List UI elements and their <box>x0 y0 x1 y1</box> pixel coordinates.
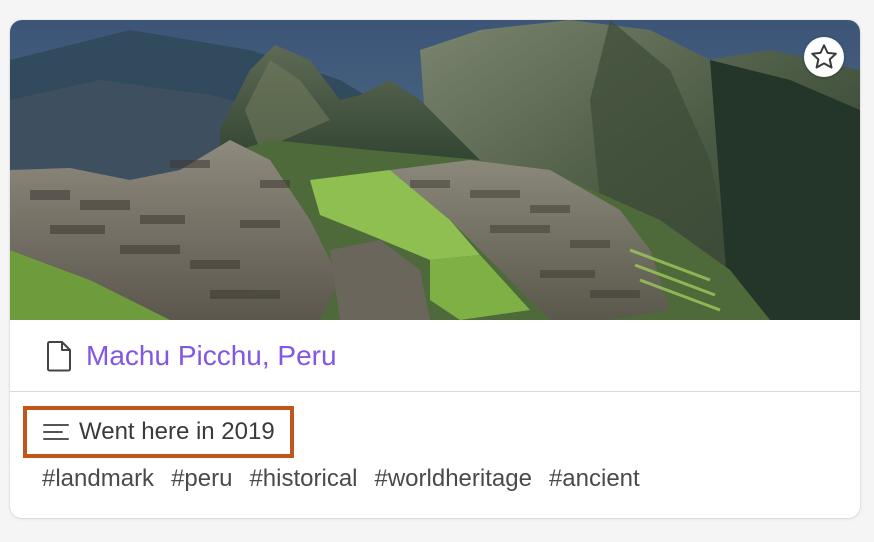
description-text: Went here in 2019 <box>79 418 275 445</box>
gallery-card[interactable]: Machu Picchu, Peru Went here in 2019 #la… <box>10 20 860 518</box>
text-lines-icon <box>43 421 69 443</box>
tag-ancient[interactable]: #ancient <box>549 465 640 493</box>
tag-landmark[interactable]: #landmark <box>42 465 154 493</box>
tag-historical[interactable]: #historical <box>249 465 357 493</box>
cover-image <box>10 20 860 320</box>
tag-list: #landmark #peru #historical #worldherita… <box>42 465 640 493</box>
tag-worldheritage[interactable]: #worldheritage <box>375 465 532 493</box>
card-title[interactable]: Machu Picchu, Peru <box>86 340 337 372</box>
description-highlight: Went here in 2019 <box>23 406 294 458</box>
card-title-row: Machu Picchu, Peru <box>10 320 860 392</box>
star-outline-icon <box>809 42 839 72</box>
favorite-button[interactable] <box>804 37 844 77</box>
tag-peru[interactable]: #peru <box>171 465 232 493</box>
document-icon <box>46 340 74 372</box>
